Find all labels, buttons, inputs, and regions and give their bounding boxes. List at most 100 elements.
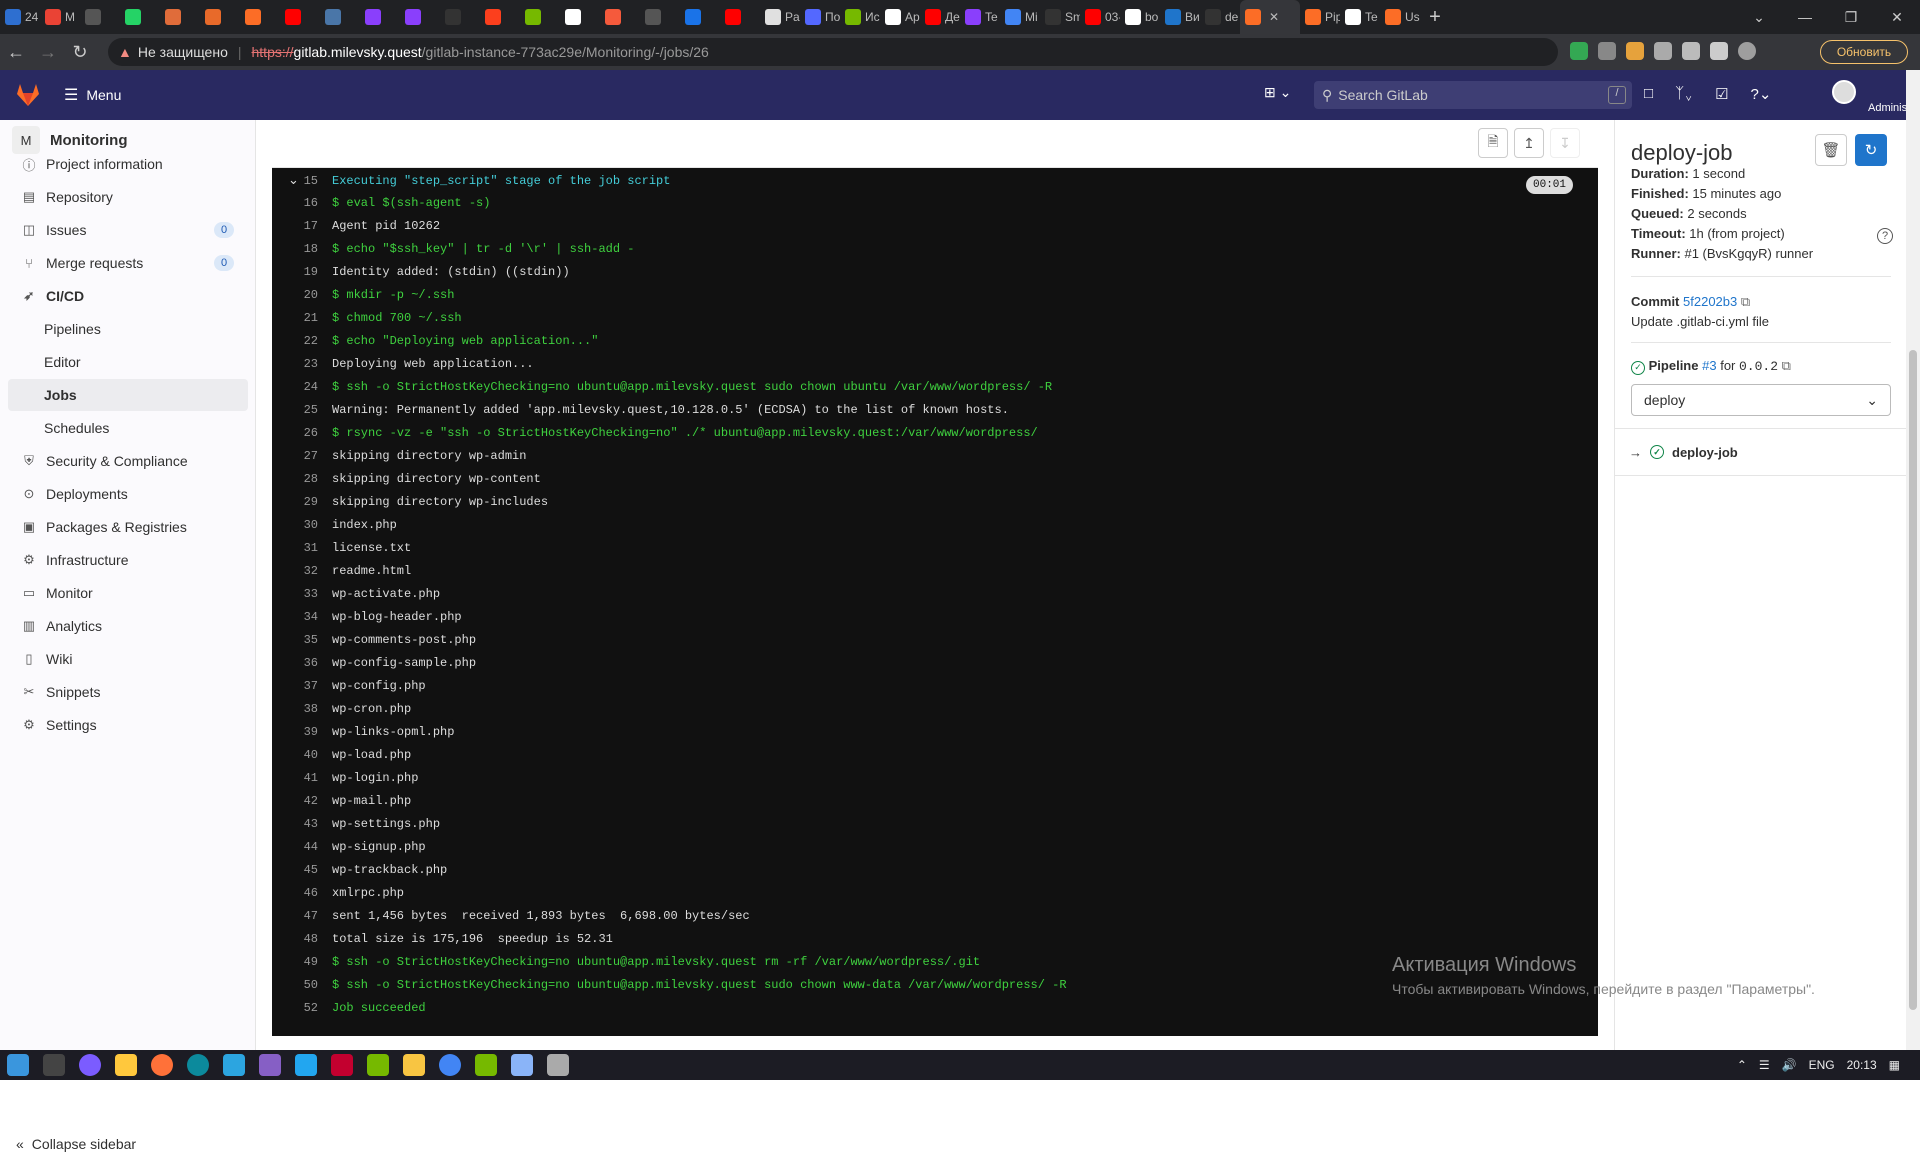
browser-tab[interactable]	[720, 0, 760, 34]
chrome-icon[interactable]	[439, 1054, 461, 1076]
forward-arrow-icon[interactable]: →	[32, 34, 64, 70]
sidebar-item-repository[interactable]: ▤ Repository	[8, 181, 248, 213]
line-number[interactable]: 50	[272, 978, 332, 992]
line-number[interactable]: 32	[272, 564, 332, 578]
reading-list-icon[interactable]	[1682, 42, 1700, 60]
browser-tab[interactable]	[80, 0, 120, 34]
language-indicator[interactable]: ENG	[1809, 1058, 1835, 1072]
line-number[interactable]: 34	[272, 610, 332, 624]
visual-studio-icon[interactable]	[259, 1054, 281, 1076]
pipeline-link[interactable]: #3	[1702, 358, 1716, 373]
line-number[interactable]: 37	[272, 679, 332, 693]
reload-icon[interactable]: ↻	[64, 34, 96, 70]
sidebar-item-issues[interactable]: ◫ Issues 0	[8, 214, 248, 246]
browser-tab[interactable]	[320, 0, 360, 34]
collapse-sidebar-button[interactable]: « Collapse sidebar	[16, 1136, 136, 1152]
update-button[interactable]: Обновить	[1820, 40, 1908, 64]
browser-tab[interactable]: Te	[1340, 0, 1380, 34]
sidebar-item-deployments[interactable]: ⊙ Deployments	[8, 478, 248, 510]
stage-select[interactable]: deploy ⌄	[1631, 384, 1891, 416]
line-number[interactable]: 20	[272, 288, 332, 302]
firefox-icon[interactable]	[151, 1054, 173, 1076]
new-dropdown-icon[interactable]: ⊞ ⌄	[1264, 84, 1291, 101]
app-icon[interactable]	[367, 1054, 389, 1076]
line-number[interactable]: 40	[272, 748, 332, 762]
drive-icon[interactable]	[1570, 42, 1588, 60]
browser-tab[interactable]	[160, 0, 200, 34]
browser-tab[interactable]	[400, 0, 440, 34]
search-input[interactable]: ⚲ Search GitLab /	[1314, 81, 1632, 109]
merge-requests-header-icon[interactable]: ᛉ⌄	[1675, 85, 1693, 103]
sidebar-item-jobs[interactable]: Jobs	[8, 379, 248, 411]
app-icon[interactable]	[79, 1054, 101, 1076]
extension-icon[interactable]	[1598, 42, 1616, 60]
todos-icon[interactable]: ☑	[1715, 85, 1728, 103]
line-number[interactable]: 21	[272, 311, 332, 325]
sidebar-item-project-information[interactable]: ⓘ Project information	[8, 148, 248, 180]
line-number[interactable]: 35	[272, 633, 332, 647]
raw-log-icon[interactable]: 🗎	[1478, 128, 1508, 158]
line-number[interactable]: 29	[272, 495, 332, 509]
sidebar-icon[interactable]	[1710, 42, 1728, 60]
line-number[interactable]: 47	[272, 909, 332, 923]
sidebar-item-snippets[interactable]: ✂ Snippets	[8, 676, 248, 708]
issues-header-icon[interactable]: □	[1644, 85, 1653, 103]
line-number[interactable]: 45	[272, 863, 332, 877]
browser-tab[interactable]: Sm	[1040, 0, 1080, 34]
browser-tab[interactable]	[200, 0, 240, 34]
browser-tab[interactable]	[520, 0, 560, 34]
app-icon[interactable]	[475, 1054, 497, 1076]
maximize-button[interactable]: ❐	[1828, 0, 1874, 34]
line-number[interactable]: 18	[272, 242, 332, 256]
browser-tab[interactable]: bo	[1120, 0, 1160, 34]
retry-button[interactable]: ↻	[1855, 134, 1887, 166]
app-icon[interactable]	[115, 1054, 137, 1076]
scroll-top-icon[interactable]: ↥	[1514, 128, 1544, 158]
network-icon[interactable]: ☰	[1759, 1058, 1770, 1072]
line-number[interactable]: 41	[272, 771, 332, 785]
close-window-button[interactable]: ✕	[1874, 0, 1920, 34]
line-number[interactable]: 42	[272, 794, 332, 808]
pipeline-ref[interactable]: 0.0.2	[1739, 359, 1778, 374]
notifications-icon[interactable]: ▦	[1889, 1058, 1900, 1072]
line-number[interactable]: 31	[272, 541, 332, 555]
line-number[interactable]: 30	[272, 518, 332, 532]
clock[interactable]: 20:13	[1847, 1058, 1877, 1072]
page-scrollbar[interactable]	[1906, 70, 1920, 1050]
line-number[interactable]: 26	[272, 426, 332, 440]
app-icon[interactable]	[331, 1054, 353, 1076]
line-number[interactable]: 15	[272, 174, 332, 188]
browser-tab[interactable]: По	[800, 0, 840, 34]
search-icon[interactable]	[43, 1054, 65, 1076]
browser-tab[interactable]	[560, 0, 600, 34]
browser-tab[interactable]: Te	[960, 0, 1000, 34]
browser-tab[interactable]: 24	[0, 0, 40, 34]
edge-icon[interactable]	[187, 1054, 209, 1076]
line-number[interactable]: 23	[272, 357, 332, 371]
browser-tab[interactable]	[360, 0, 400, 34]
start-icon[interactable]	[7, 1054, 29, 1076]
line-number[interactable]: 52	[272, 1001, 332, 1015]
explorer-icon[interactable]	[403, 1054, 425, 1076]
browser-tab[interactable]: Де	[920, 0, 960, 34]
timeout-help-icon[interactable]: ?	[1877, 228, 1893, 244]
tab-search-button[interactable]: ⌄	[1736, 0, 1782, 34]
browser-tab[interactable]	[240, 0, 280, 34]
address-bar[interactable]: ▲ Не защищено | https:// gitlab.milevsky…	[108, 38, 1558, 66]
line-number[interactable]: 48	[272, 932, 332, 946]
help-icon[interactable]: ?⌄	[1751, 85, 1772, 103]
browser-tab[interactable]	[600, 0, 640, 34]
browser-tab[interactable]: Ис	[840, 0, 880, 34]
menu-button[interactable]: ☰ Menu	[64, 85, 121, 105]
line-number[interactable]: 43	[272, 817, 332, 831]
line-number[interactable]: 46	[272, 886, 332, 900]
line-number[interactable]: 33	[272, 587, 332, 601]
sidebar-item-infrastructure[interactable]: ⚙ Infrastructure	[8, 544, 248, 576]
browser-tab[interactable]	[120, 0, 160, 34]
volume-icon[interactable]: 🔊	[1782, 1058, 1797, 1072]
line-number[interactable]: 16	[272, 196, 332, 210]
browser-tab[interactable]: Mi	[1000, 0, 1040, 34]
line-number[interactable]: 38	[272, 702, 332, 716]
browser-tab[interactable]	[640, 0, 680, 34]
back-arrow-icon[interactable]: ←	[0, 34, 32, 70]
